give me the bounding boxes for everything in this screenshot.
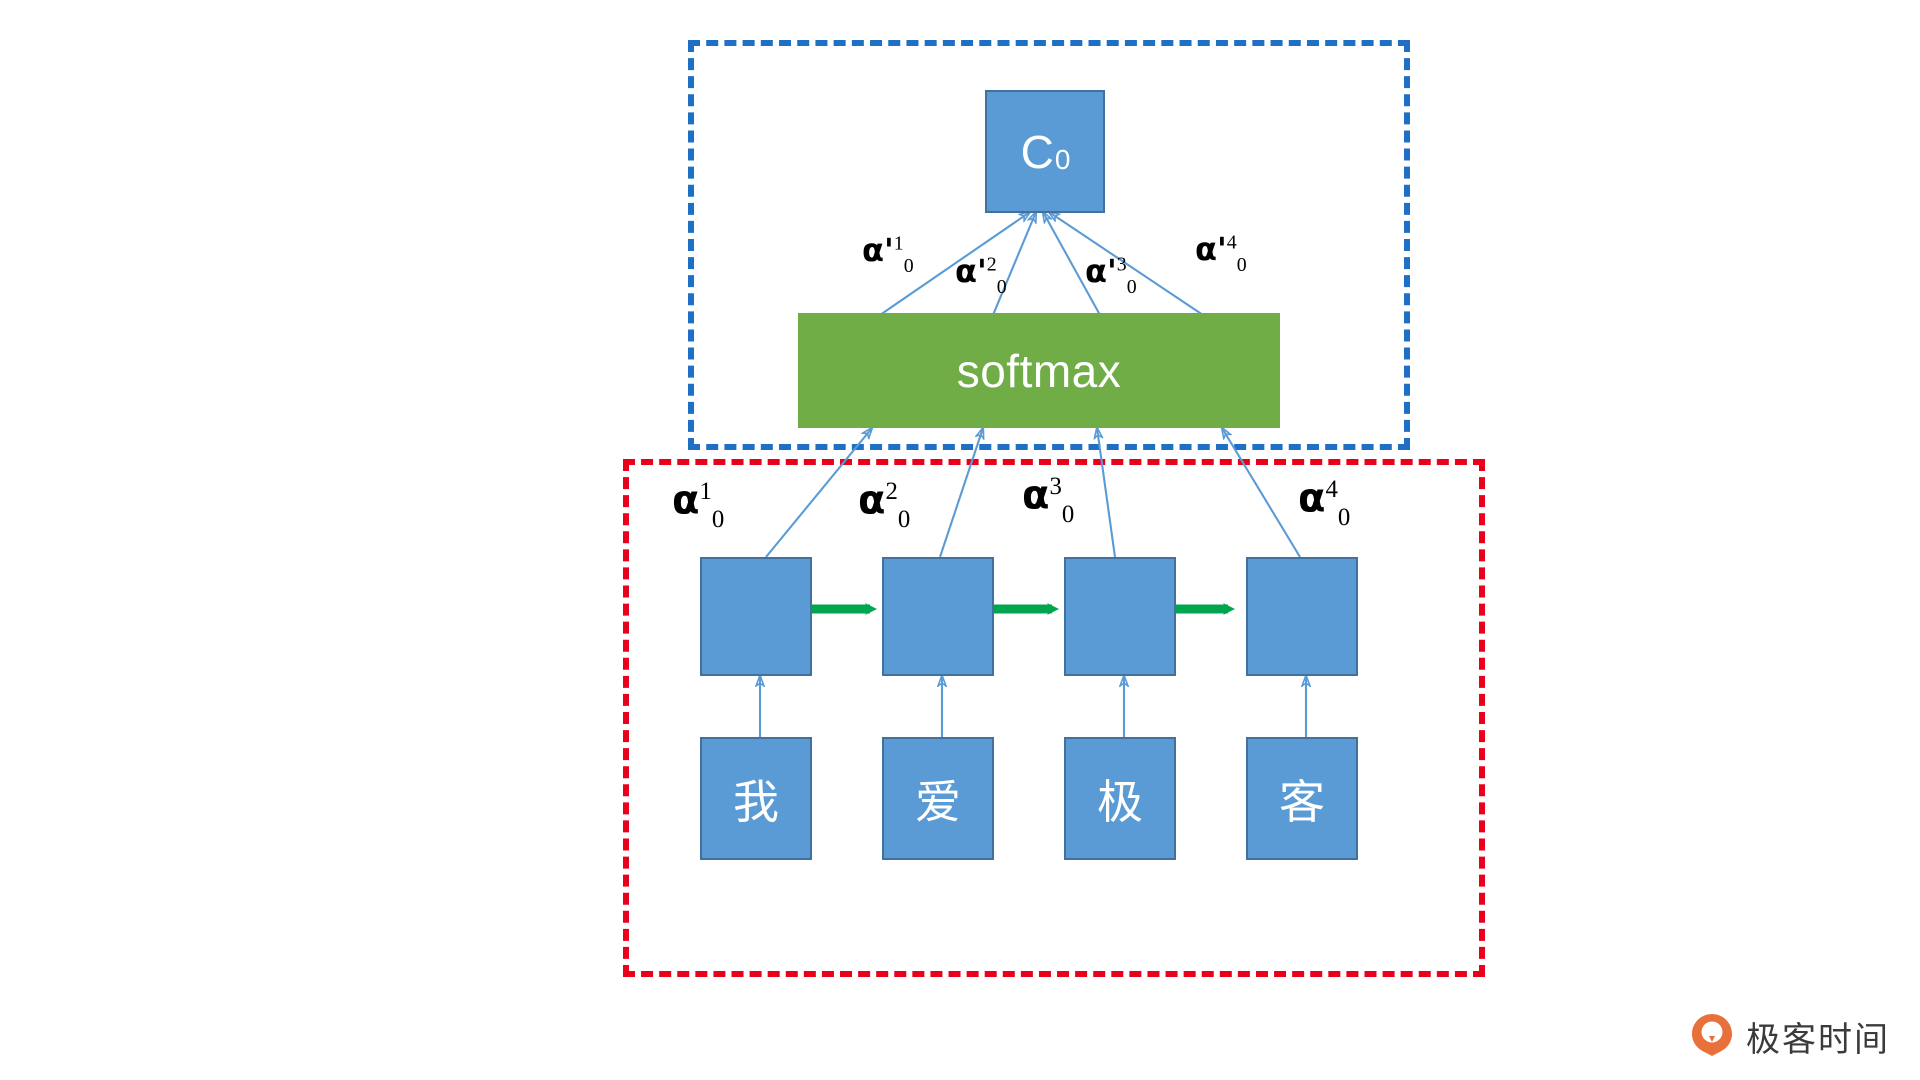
attention-score-label-1: α10 [672,477,724,531]
alpha-3-base: α [1022,472,1050,519]
alpha-prime-4-sup: 4 [1226,231,1237,254]
geekbang-circle-icon [1690,1012,1734,1061]
watermark-logo: 极客时间 [1690,1012,1890,1061]
diagram-canvas: C0 α'10 α'20 α'30 α'40 softmax α10 α20 α… [0,0,1920,1080]
context-vector-subscript: 0 [1054,143,1071,175]
alpha-prime-3-base: α' [1085,252,1117,290]
alpha-prime-1-base: α' [862,231,894,269]
attention-weight-label-1: α'10 [862,231,914,275]
alpha-2-sup: 2 [885,478,898,505]
attention-weight-label-2: α'20 [955,252,1007,296]
input-token-label-2: 爱 [915,774,961,829]
input-token-box-1: 我 [700,737,812,860]
alpha-1-sup: 1 [699,478,712,505]
attention-weight-label-3: α'30 [1085,252,1137,296]
alpha-prime-4-sub: 0 [1236,253,1247,276]
alpha-3-sup: 3 [1049,473,1062,500]
context-vector-label: C [1020,125,1054,178]
alpha-prime-2-sub: 0 [996,275,1007,298]
alpha-prime-1-sub: 0 [903,254,914,277]
attention-score-label-4: α40 [1298,475,1350,529]
softmax-label: softmax [956,344,1122,397]
alpha-2-base: α [858,477,886,524]
input-token-label-1: 我 [733,774,779,829]
alpha-2-sub: 0 [897,505,911,533]
alpha-prime-1-sup: 1 [893,232,904,255]
encoder-frame-red [623,459,1485,977]
alpha-1-sub: 0 [711,505,725,533]
attention-score-label-2: α20 [858,477,910,531]
alpha-4-sup: 4 [1325,476,1338,503]
input-token-box-4: 客 [1246,737,1358,860]
hidden-state-box-4 [1246,557,1358,676]
attention-weight-label-4: α'40 [1195,230,1247,274]
alpha-prime-4-base: α' [1195,230,1227,268]
softmax-block: softmax [798,313,1280,428]
context-vector-node: C0 [985,90,1105,213]
alpha-prime-2-base: α' [955,252,987,290]
alpha-1-base: α [672,477,700,524]
hidden-state-box-2 [882,557,994,676]
input-token-box-3: 极 [1064,737,1176,860]
hidden-state-box-3 [1064,557,1176,676]
input-token-label-3: 极 [1097,774,1143,829]
input-token-box-2: 爱 [882,737,994,860]
alpha-prime-3-sub: 0 [1126,275,1137,298]
hidden-state-box-1 [700,557,812,676]
alpha-3-sub: 0 [1061,500,1075,528]
alpha-prime-2-sup: 2 [986,253,997,276]
logo-text: 极客时间 [1746,1020,1890,1060]
alpha-4-sub: 0 [1337,503,1351,531]
alpha-4-base: α [1298,475,1326,522]
attention-score-label-3: α30 [1022,472,1074,526]
input-token-label-4: 客 [1279,774,1325,829]
alpha-prime-3-sup: 3 [1116,253,1127,276]
